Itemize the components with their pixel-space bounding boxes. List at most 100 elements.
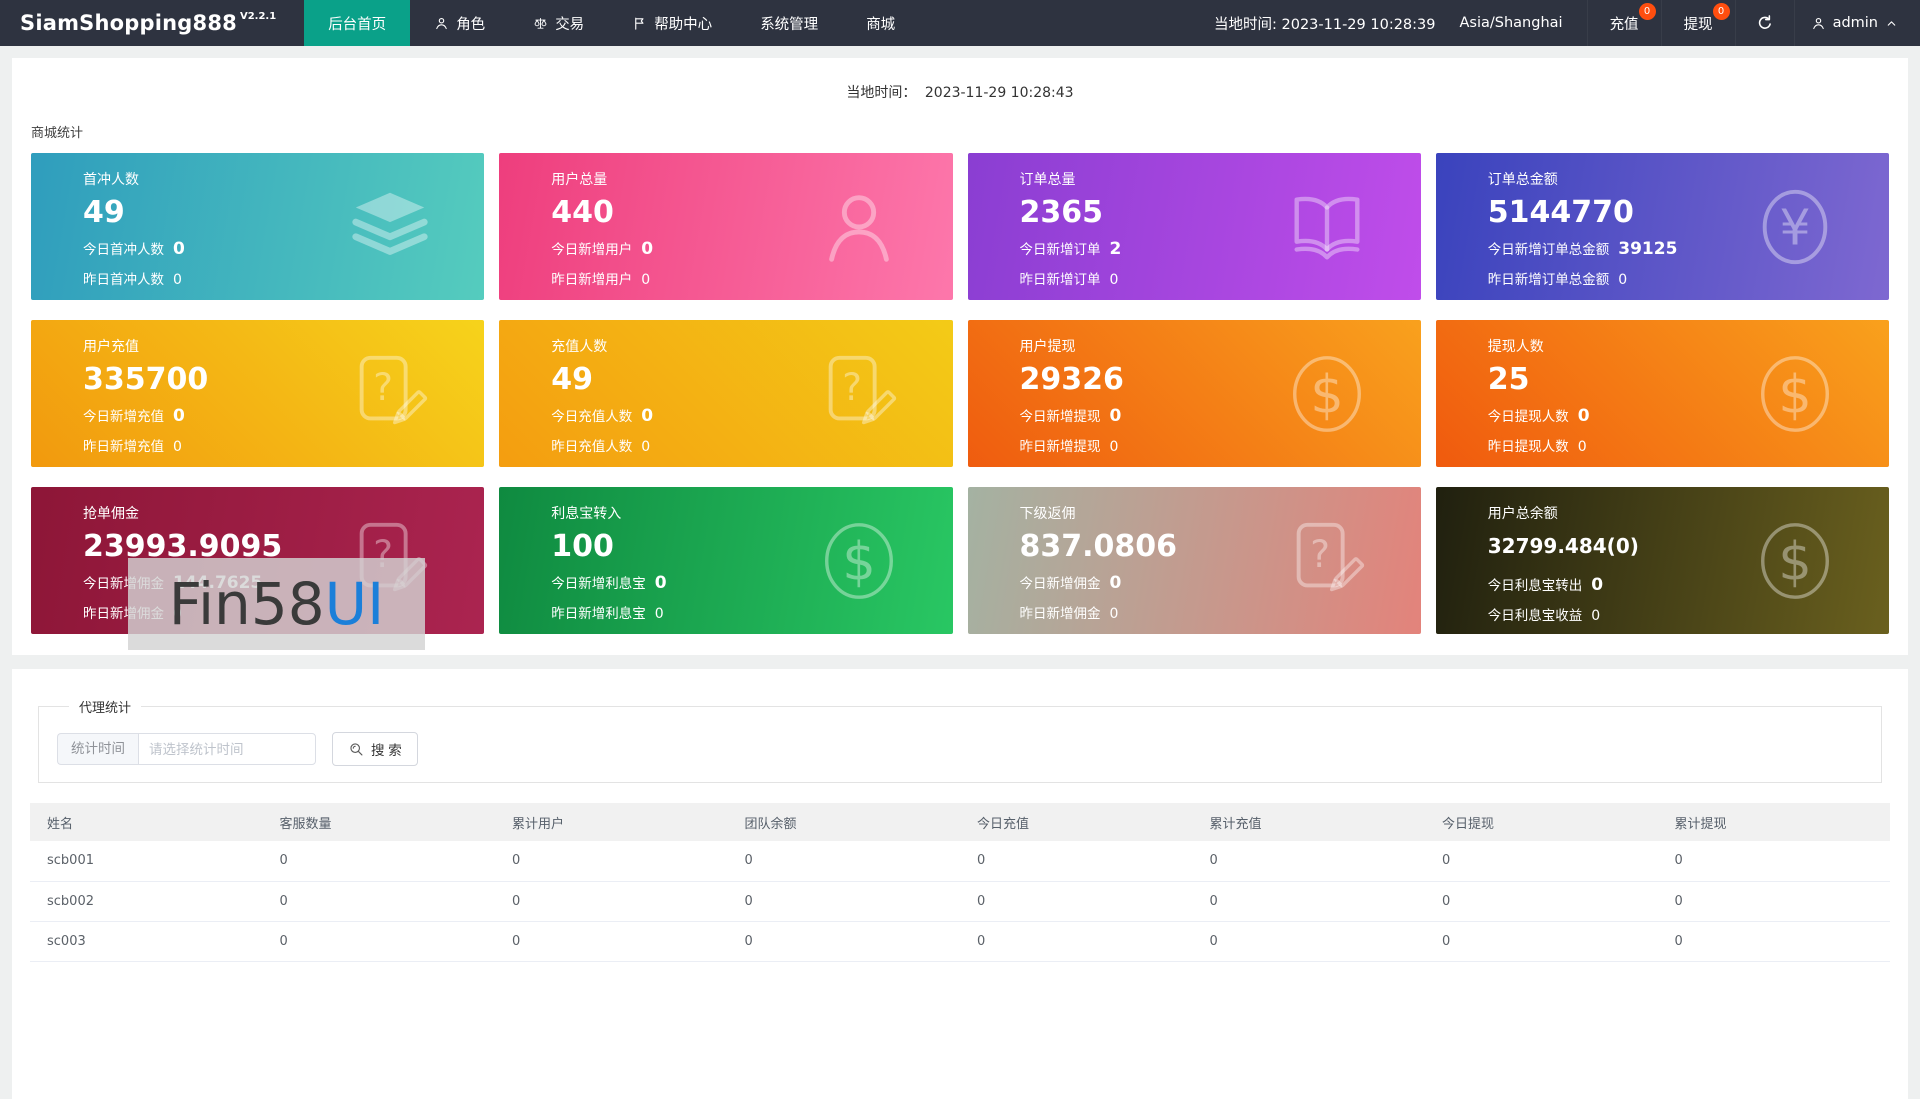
nav-item-roles[interactable]: 角色 xyxy=(410,0,509,46)
stat-card-yesterday-value: 0 xyxy=(1618,271,1628,288)
stat-card-total-users: 用户总量 440 今日新增用户 0 昨日新增用户 0 xyxy=(499,153,953,300)
nav-item-label: 角色 xyxy=(456,16,486,33)
person-icon xyxy=(434,16,449,31)
table-cell: 0 xyxy=(1657,881,1890,922)
table-cell: 0 xyxy=(495,921,728,962)
stat-card-yesterday-label: 昨日新增用户 xyxy=(551,271,633,288)
nav-item-home[interactable]: 后台首页 xyxy=(304,0,411,46)
stat-card-withdraw-users: 提现人数 25 今日提现人数 0 昨日提现人数 0 $ xyxy=(1435,320,1889,467)
stat-card-today-label: 今日新增充值 xyxy=(83,408,164,425)
layers-icon xyxy=(346,183,434,271)
search-button-label: 搜 索 xyxy=(371,743,402,758)
stat-card-yesterday-label: 昨日新增订单 xyxy=(1019,271,1101,288)
flag-icon xyxy=(632,16,647,31)
recharge-badge: 0 xyxy=(1638,3,1656,20)
stat-card-yesterday-label: 昨日充值人数 xyxy=(551,438,633,455)
svg-text:?: ? xyxy=(1310,532,1330,575)
svg-text:$: $ xyxy=(1778,364,1812,425)
watermark-text-dark: Fin58 xyxy=(168,570,325,638)
nav-item-label: 后台首页 xyxy=(328,16,387,33)
stat-card-user-recharge: 用户充值 335700 今日新增充值 0 昨日新增充值 0? xyxy=(31,320,485,467)
panel-local-time: 当地时间： 2023-11-29 10:28:43 xyxy=(12,58,1908,102)
agent-panel: 代理统计 统计时间 搜 索 姓名客服数量累计用户团队余额今日充值累计充值今日提现… xyxy=(12,669,1908,1099)
timezone-text: Asia/Shanghai xyxy=(1459,15,1563,31)
refresh-icon xyxy=(1756,14,1774,32)
doc-question-icon: ? xyxy=(1283,517,1371,605)
nav-item-mall[interactable]: 商城 xyxy=(842,0,919,46)
panel-time-label: 当地时间： xyxy=(846,85,917,101)
nav-item-help[interactable]: 帮助中心 xyxy=(608,0,736,46)
search-icon xyxy=(348,741,364,757)
brand-logo: SiamShopping888 V2.2.1 xyxy=(0,0,304,46)
dollar-icon: $ xyxy=(1751,517,1839,605)
person-icon xyxy=(1811,16,1826,31)
table-cell: 0 xyxy=(1657,921,1890,962)
admin-username: admin xyxy=(1832,15,1878,31)
dollar-icon: $ xyxy=(815,517,903,605)
svg-text:¥: ¥ xyxy=(1779,199,1810,256)
withdraw-link[interactable]: 提现 0 xyxy=(1660,0,1735,46)
nav-right: 当地时间: 2023-11-29 10:28:39 Asia/Shanghai … xyxy=(1190,0,1920,46)
stat-card-yesterday-label: 昨日提现人数 xyxy=(1487,438,1569,455)
stat-card-today-value: 2 xyxy=(1109,238,1122,259)
brand-name: SiamShopping888 xyxy=(20,11,237,35)
table-cell: 0 xyxy=(727,921,960,962)
recharge-link[interactable]: 充值 0 xyxy=(1586,0,1661,46)
watermark: Fin58 UI xyxy=(128,558,425,650)
column-header: 今日提现 xyxy=(1425,803,1658,841)
nav-menu: 后台首页 角色 交易 帮助中心 系统管理 商城 xyxy=(304,0,919,46)
table-cell: 0 xyxy=(262,841,495,882)
stat-time-input[interactable] xyxy=(138,733,316,765)
stat-card-today-value: 0 xyxy=(641,405,654,426)
stat-card-today-label: 今日新增用户 xyxy=(551,241,633,258)
table-cell: 0 xyxy=(960,881,1193,922)
agent-filter-row: 统计时间 搜 索 xyxy=(57,732,1865,766)
table-cell: 0 xyxy=(262,881,495,922)
yen-icon: ¥ xyxy=(1751,183,1839,271)
table-cell: 0 xyxy=(1192,881,1425,922)
column-header: 累计充值 xyxy=(1192,803,1425,841)
stat-card-today-value: 0 xyxy=(173,238,185,259)
table-cell: 0 xyxy=(1425,921,1658,962)
stat-card-yesterday-value: 0 xyxy=(1591,608,1601,624)
table-cell: 0 xyxy=(1425,881,1658,922)
stat-card-yesterday-label: 昨日新增佣金 xyxy=(1019,605,1101,622)
agent-legend: 代理统计 xyxy=(79,701,132,716)
column-header: 累计提现 xyxy=(1657,803,1890,841)
nav-item-label: 交易 xyxy=(555,16,585,33)
stat-card-first-charge-users: 首冲人数 49 今日首冲人数 0 昨日首冲人数 0 xyxy=(31,153,485,300)
stat-card-today-label: 今日利息宝转出 xyxy=(1487,578,1583,594)
local-time-text: 当地时间: 2023-11-29 10:28:39 xyxy=(1214,16,1436,33)
table-row: sc003 0 0 0 0 0 0 0 xyxy=(30,921,1890,962)
stat-card-yesterday-value: 0 xyxy=(654,605,664,622)
section-title: 商城统计 xyxy=(31,126,84,141)
stat-card-yesterday-label: 昨日首冲人数 xyxy=(83,271,164,288)
nav-item-system[interactable]: 系统管理 xyxy=(736,0,842,46)
admin-menu[interactable]: admin xyxy=(1793,0,1920,46)
recharge-label: 充值 xyxy=(1609,16,1639,33)
column-header: 累计用户 xyxy=(495,803,728,841)
agent-table: 姓名 客服数量 累计用户 团队余额 今日充值 累计充值 今日提现 累计提现 scb001 0 0 0… xyxy=(30,803,1890,962)
nav-item-trade[interactable]: 交易 xyxy=(509,0,608,46)
table-cell: scb002 xyxy=(30,881,263,922)
stat-card-recharge-users: 充值人数 49 今日充值人数 0 昨日充值人数 0? xyxy=(499,320,953,467)
table-cell: 0 xyxy=(960,841,1193,882)
nav-item-label: 商城 xyxy=(866,16,896,33)
stat-time-label: 统计时间 xyxy=(57,733,138,765)
stat-card-today-value: 0 xyxy=(1109,405,1122,426)
refresh-button[interactable] xyxy=(1734,0,1794,46)
panel-time-value: 2023-11-29 10:28:43 xyxy=(924,85,1074,101)
svg-text:$: $ xyxy=(1778,531,1812,592)
doc-question-icon: ? xyxy=(815,350,903,438)
table-row: scb002 0 0 0 0 0 0 0 xyxy=(30,881,1890,922)
withdraw-badge: 0 xyxy=(1712,3,1730,20)
svg-text:$: $ xyxy=(1310,364,1344,425)
stat-card-today-value: 0 xyxy=(1109,572,1122,593)
table-cell: 0 xyxy=(495,841,728,882)
stat-card-yesterday-value: 0 xyxy=(1109,605,1119,622)
stat-card-yesterday-value: 0 xyxy=(1109,271,1119,288)
stat-card-today-label: 今日新增订单 xyxy=(1019,241,1101,258)
svg-text:?: ? xyxy=(374,365,394,408)
table-cell: 0 xyxy=(495,881,728,922)
search-button[interactable]: 搜 索 xyxy=(332,732,418,766)
